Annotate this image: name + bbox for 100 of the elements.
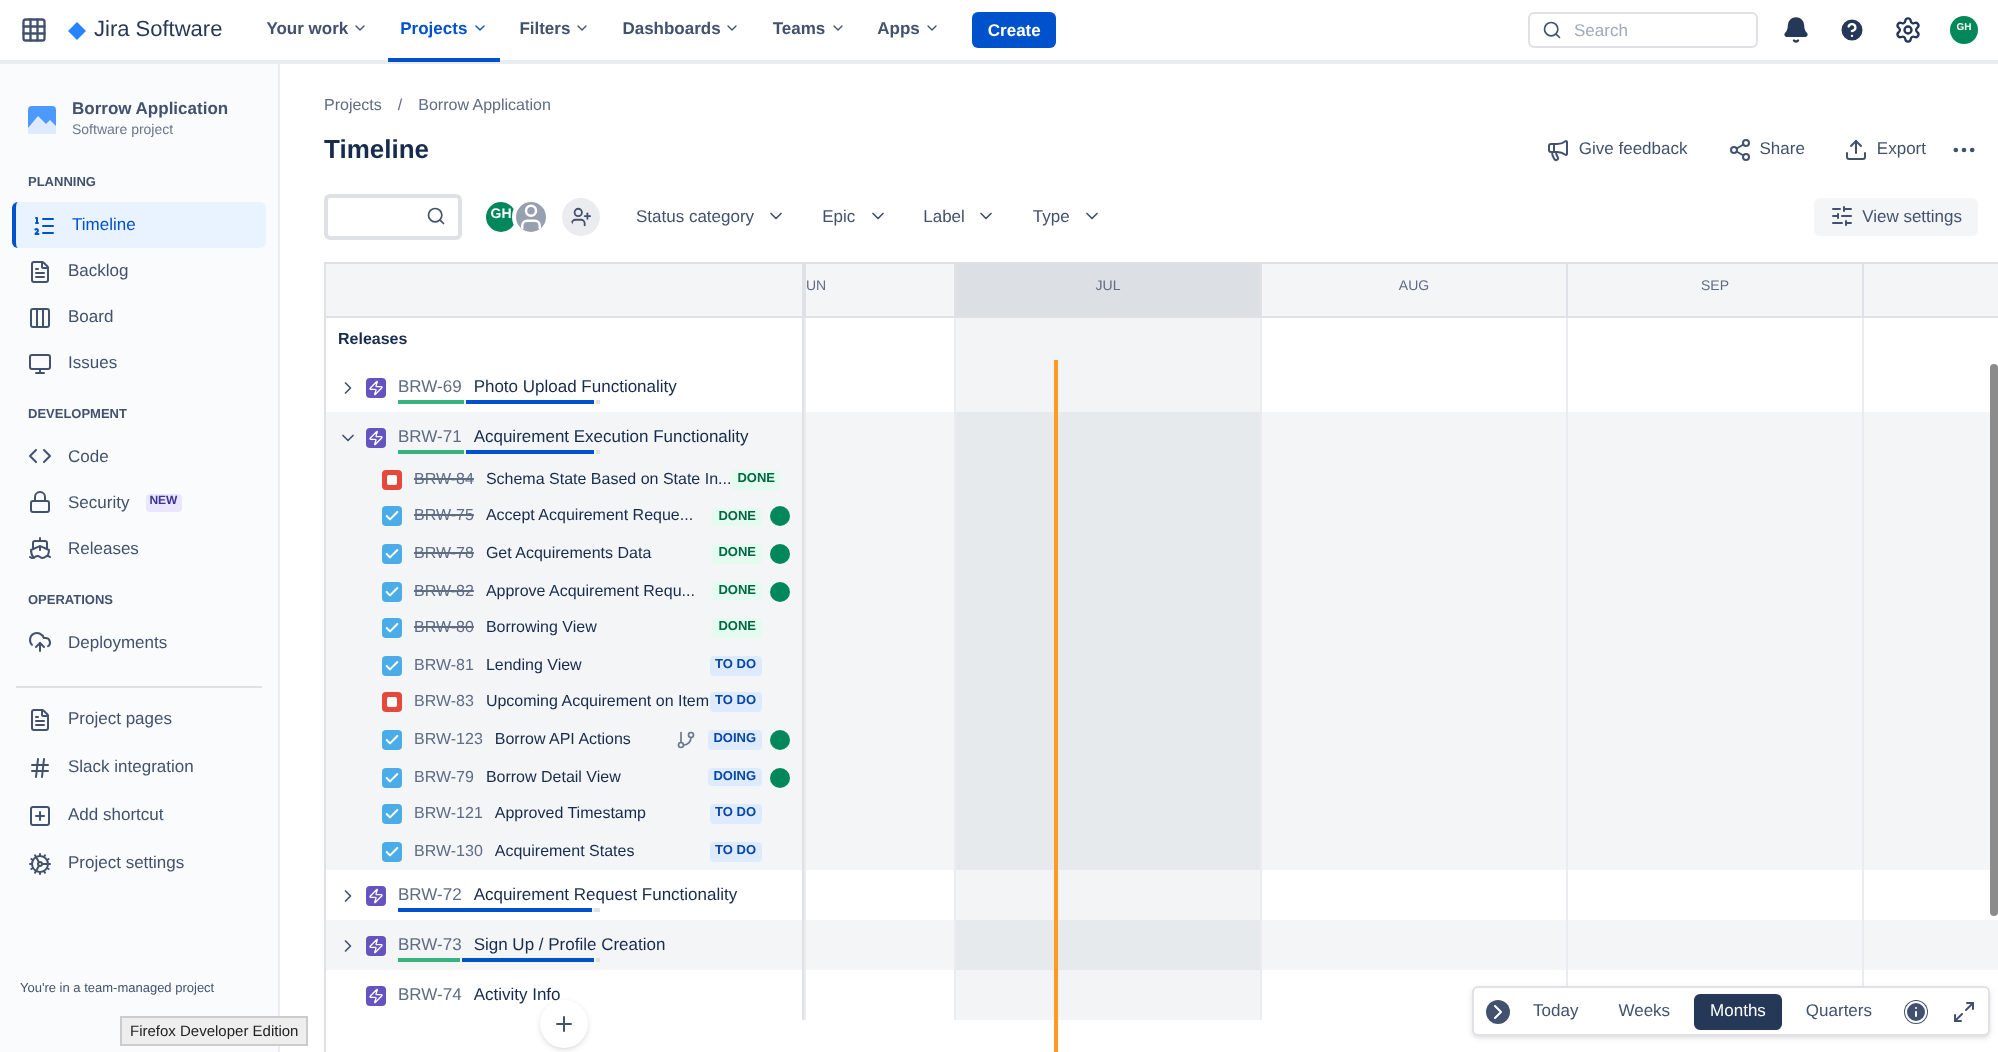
zoom-option[interactable]: Weeks	[1602, 993, 1687, 1029]
board-icon	[28, 305, 52, 329]
sidebar-item[interactable]: Deployments	[12, 619, 266, 665]
hash-icon	[28, 755, 52, 779]
breadcrumb-link[interactable]: Projects	[324, 94, 382, 118]
sidebar-link[interactable]: Project settings	[12, 839, 266, 887]
issue-title[interactable]: Schema State Based on State In...	[485, 467, 732, 492]
monitor-icon	[28, 351, 52, 375]
nav-menu[interactable]: Your work	[254, 0, 381, 62]
link-label: Project settings	[68, 850, 185, 876]
epic-title[interactable]: Acquirement Execution Functionality	[473, 423, 749, 447]
sidebar-item[interactable]: Timeline	[12, 202, 266, 248]
project-name[interactable]: Borrow Application	[72, 96, 229, 122]
issue-key[interactable]: BRW-73	[398, 932, 462, 957]
app-switcher-icon[interactable]	[20, 16, 48, 44]
chevron-icon	[471, 20, 488, 36]
breadcrumb-link[interactable]: Borrow Application	[418, 94, 551, 118]
epic-title[interactable]: Sign Up / Profile Creation	[473, 932, 666, 957]
issue-title[interactable]: Approve Acquirement Requ...	[485, 579, 695, 604]
issue-key[interactable]: BRW-78	[414, 541, 474, 566]
fullscreen-icon[interactable]	[1952, 999, 1976, 1023]
issue-title[interactable]: Lending View	[485, 653, 582, 678]
action-button[interactable]: Export	[1844, 136, 1926, 163]
sidebar-link[interactable]: Slack integration	[12, 743, 266, 791]
nav-menu[interactable]: Projects	[388, 0, 500, 62]
epic-icon	[366, 377, 386, 397]
help-icon[interactable]	[1838, 16, 1866, 44]
filter-dropdown[interactable]: Status category	[636, 203, 787, 229]
product-name[interactable]: Jira Software	[94, 13, 223, 47]
issue-title[interactable]: Borrow Detail View	[485, 765, 621, 790]
issue-title[interactable]: Accept Acquirement Reque...	[485, 504, 694, 529]
issue-key[interactable]: BRW-79	[414, 765, 474, 790]
assignee-avatar	[770, 543, 790, 564]
issue-key[interactable]: BRW-75	[414, 504, 474, 529]
search-input[interactable]: Search	[1574, 17, 1744, 43]
add-button[interactable]	[540, 1000, 588, 1048]
issue-key[interactable]: BRW-69	[398, 373, 462, 397]
issue-key[interactable]: BRW-130	[414, 839, 483, 864]
zoom-option[interactable]: Today	[1517, 993, 1595, 1029]
issue-key[interactable]: BRW-82	[414, 579, 474, 604]
task-icon	[382, 581, 402, 602]
issue-key[interactable]: BRW-71	[398, 423, 462, 447]
issue-key[interactable]: BRW-123	[414, 727, 483, 752]
item-label: Releases	[68, 535, 139, 562]
chevron-icon	[923, 20, 940, 36]
item-label: Issues	[68, 350, 118, 376]
filter-dropdown[interactable]: Label	[923, 203, 997, 229]
assignee-avatar	[770, 506, 790, 527]
issue-title[interactable]: Approved Timestamp	[494, 802, 646, 827]
search-field[interactable]: Search	[1528, 12, 1758, 48]
sidebar-link[interactable]: Add shortcut	[12, 791, 266, 839]
issue-key[interactable]: BRW-74	[398, 982, 462, 1007]
create-button[interactable]: Create	[971, 12, 1057, 48]
issue-title[interactable]: Borrow API Actions	[494, 727, 631, 752]
sidebar-item[interactable]: Code	[12, 433, 266, 480]
view-settings-button[interactable]: View settings	[1814, 197, 1978, 235]
collapse-icon[interactable]	[1485, 999, 1510, 1023]
breadcrumb-separator: /	[395, 94, 405, 118]
epic-title[interactable]: Activity Info	[473, 982, 561, 1007]
action-button[interactable]: Give feedback	[1546, 136, 1688, 163]
issue-key[interactable]: BRW-121	[414, 802, 483, 827]
epic-title[interactable]: Acquirement Request Functionality	[473, 882, 738, 907]
link-label: Slack integration	[68, 754, 194, 780]
settings-icon[interactable]	[1894, 16, 1922, 44]
add-people-icon[interactable]	[562, 197, 600, 235]
sidebar-item[interactable]: Issues	[12, 340, 266, 386]
sidebar-item[interactable]: Releases	[12, 525, 266, 572]
issue-key[interactable]: BRW-72	[398, 882, 462, 907]
task-icon	[382, 767, 402, 788]
issue-key[interactable]: BRW-81	[414, 653, 474, 678]
item-label: Board	[68, 304, 114, 330]
issue-key[interactable]: BRW-80	[414, 616, 474, 641]
epic-title[interactable]: Photo Upload Functionality	[473, 373, 677, 397]
issue-title[interactable]: Upcoming Acquirement on Item	[485, 690, 710, 715]
page-icon	[28, 707, 52, 731]
issue-key[interactable]: BRW-84	[414, 467, 474, 492]
nav-menu[interactable]: Dashboards	[610, 0, 753, 62]
nav-menu[interactable]: Teams	[760, 0, 858, 62]
issue-title[interactable]: Get Acquirements Data	[485, 541, 652, 566]
task-icon	[382, 804, 402, 825]
assignee-avatar	[770, 767, 790, 788]
filter-dropdown[interactable]: Epic	[822, 203, 888, 229]
nav-menu[interactable]: Filters	[507, 0, 603, 62]
filter-dropdown[interactable]: Type	[1032, 203, 1102, 229]
notifications-icon[interactable]	[1782, 16, 1810, 44]
megaphone-icon	[1546, 137, 1571, 162]
issue-key[interactable]: BRW-83	[414, 690, 474, 715]
action-button[interactable]: Share	[1727, 136, 1805, 163]
zoom-option[interactable]: Months	[1694, 993, 1782, 1029]
page-title: Timeline	[324, 132, 432, 168]
sidebar-item[interactable]: Backlog	[12, 248, 266, 294]
nav-menu[interactable]: Apps	[865, 0, 952, 62]
info-icon[interactable]	[1904, 999, 1928, 1023]
zoom-option[interactable]: Quarters	[1789, 993, 1888, 1029]
scrollbar[interactable]	[1990, 363, 1998, 915]
sidebar-item[interactable]: Board	[12, 294, 266, 340]
issue-title[interactable]: Acquirement States	[494, 839, 635, 864]
filter-search-field[interactable]	[324, 193, 462, 239]
issue-title[interactable]: Borrowing View	[485, 616, 597, 641]
sidebar-link[interactable]: Project pages	[12, 695, 266, 743]
